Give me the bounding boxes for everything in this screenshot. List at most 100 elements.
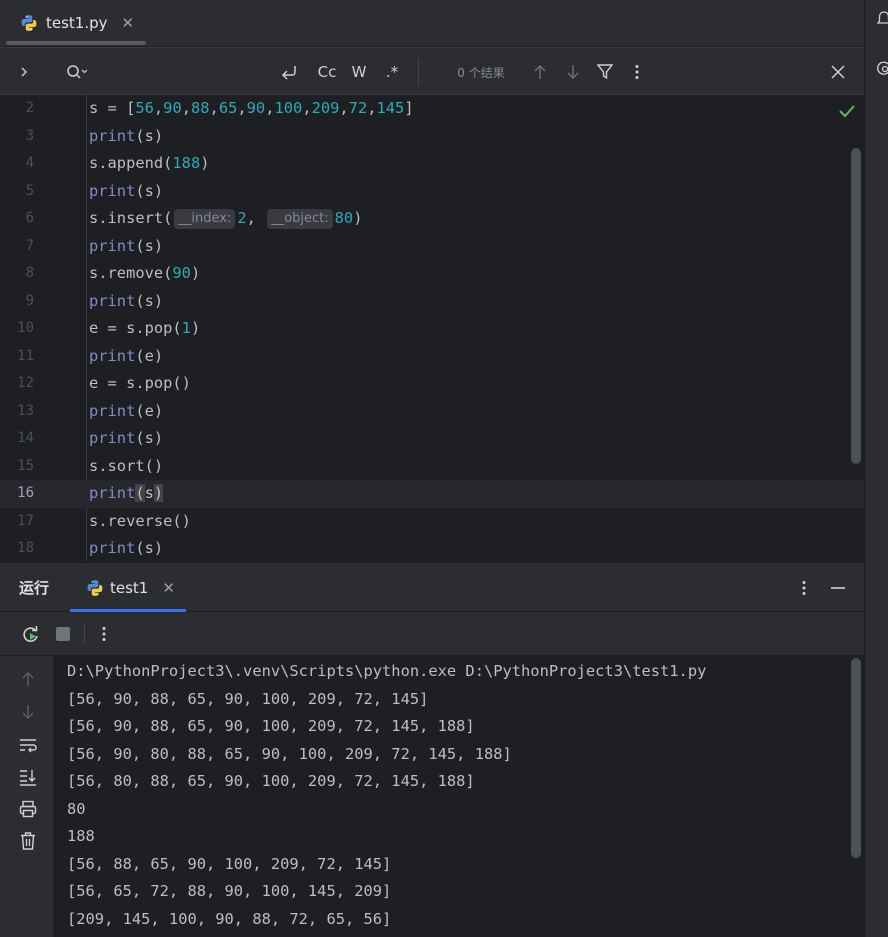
run-options-button[interactable] (794, 563, 814, 613)
code-line: 8 s.remove(90) (0, 260, 864, 288)
code-text: e = s.pop() (89, 374, 191, 392)
ai-assistant-icon[interactable] (877, 60, 888, 78)
line-number: 12 (17, 375, 34, 391)
console-line: [56, 80, 88, 65, 90, 100, 209, 72, 145, … (67, 772, 475, 790)
search-history-button[interactable] (62, 48, 92, 96)
run-toolbar-more-button[interactable] (94, 612, 114, 656)
console-line: [56, 90, 88, 65, 90, 100, 209, 72, 145] (67, 689, 429, 708)
code-text: s.insert(__index: 2, __object: 80) (89, 209, 363, 229)
code-text: s.sort() (89, 456, 164, 475)
scroll-up-button[interactable] (17, 668, 39, 690)
more-vertical-icon (635, 65, 639, 79)
newline-icon (281, 66, 296, 80)
line-number: 3 (25, 127, 34, 144)
more-vertical-icon (102, 627, 106, 641)
code-line: 12 e = s.pop() (0, 370, 864, 398)
console-line: 188 (67, 827, 95, 845)
code-line: 3 print(s) (0, 123, 864, 151)
console-line: 80 (67, 799, 86, 818)
line-number: 7 (25, 237, 34, 254)
find-bar-separator (418, 58, 419, 86)
current-code-line: 16 print(s) (0, 480, 864, 508)
console-output[interactable]: D:\PythonProject3\.venv\Scripts\python.e… (54, 656, 864, 937)
code-line: 15 s.sort() (0, 453, 864, 481)
code-text: s.reverse() (89, 511, 191, 530)
code-line: 5 print(s) (0, 178, 864, 206)
code-line: 13 print(e) (0, 398, 864, 426)
code-text: s.remove(90) (89, 264, 201, 282)
stop-button[interactable] (52, 612, 74, 656)
code-text: print(s) (89, 236, 164, 255)
next-occurrence-button[interactable] (561, 48, 585, 96)
close-run-tab-icon[interactable]: ✕ (162, 579, 175, 597)
console-scrollbar[interactable] (851, 658, 861, 858)
console-line: D:\PythonProject3\.venv\Scripts\python.e… (67, 662, 707, 680)
code-line: 6 s.insert(__index: 2, __object: 80) (0, 205, 864, 233)
trash-icon (21, 832, 35, 850)
run-config-tab[interactable]: test1 ✕ (70, 563, 186, 613)
search-results-count: 0 个结果 (448, 48, 514, 96)
rerun-button[interactable] (18, 612, 44, 656)
close-find-button[interactable] (826, 48, 850, 96)
chevron-right-icon (21, 67, 27, 77)
line-number: 17 (17, 512, 34, 529)
find-bar: Cc W .* 0 个结果 (0, 47, 864, 95)
code-line: 9 print(s) (0, 288, 864, 316)
print-button[interactable] (17, 798, 39, 820)
file-tab[interactable]: test1.py ✕ (6, 0, 146, 46)
code-text: print(s) (89, 291, 164, 310)
console-line: [56, 90, 80, 88, 65, 90, 100, 209, 72, 1… (67, 744, 512, 763)
run-tab-label: test1 (110, 579, 149, 597)
expand-replace-toggle[interactable] (12, 48, 36, 96)
code-editor[interactable]: 2 s = [56,90,88,65,90,100,209,72,145] 3 … (0, 95, 864, 561)
code-text: print(s) (89, 126, 164, 145)
newline-toggle[interactable] (276, 48, 302, 96)
close-tab-icon[interactable]: ✕ (122, 14, 135, 32)
arrow-up-icon (534, 65, 546, 79)
file-tab-label: test1.py (46, 14, 108, 32)
python-run-icon (87, 580, 103, 596)
filter-button[interactable] (593, 48, 617, 96)
console-line: [56, 90, 88, 65, 90, 100, 209, 72, 145, … (67, 717, 475, 735)
line-number: 11 (17, 347, 34, 364)
hide-panel-button[interactable] (826, 563, 850, 613)
previous-occurrence-button[interactable] (528, 48, 552, 96)
soft-wrap-icon (20, 739, 37, 753)
line-number: 15 (17, 457, 34, 474)
line-number: 5 (25, 182, 34, 199)
printer-icon (19, 800, 37, 818)
scroll-down-button[interactable] (17, 701, 39, 723)
parameter-hint: __index: (174, 209, 236, 229)
line-number: 8 (25, 265, 34, 281)
code-text: print(e) (89, 401, 164, 420)
right-tool-strip (864, 0, 888, 937)
rerun-icon (23, 626, 38, 642)
scroll-to-end-button[interactable] (17, 766, 39, 788)
whole-words-toggle[interactable]: W (346, 48, 372, 96)
line-number: 9 (25, 292, 34, 309)
clear-console-button[interactable] (17, 830, 39, 852)
run-toolbar (0, 612, 864, 656)
code-line: 11 print(e) (0, 343, 864, 371)
code-text: print(s) (89, 429, 164, 447)
regex-label: .* (385, 63, 399, 81)
line-number: 10 (17, 320, 34, 336)
code-text: s.append(188) (89, 154, 210, 172)
regex-toggle[interactable]: .* (378, 48, 406, 96)
match-case-label: Cc (317, 63, 337, 81)
code-text: print(e) (89, 346, 164, 365)
console-line: [209, 145, 100, 90, 88, 72, 65, 56] (67, 909, 392, 928)
find-more-button[interactable] (627, 48, 647, 96)
soft-wrap-button[interactable] (17, 734, 39, 756)
line-number: 6 (25, 210, 34, 226)
arrow-down-icon (567, 65, 579, 79)
search-icon (67, 65, 88, 79)
arrow-up-icon (22, 672, 34, 686)
line-number: 14 (17, 430, 34, 446)
python-file-icon (21, 15, 37, 31)
match-case-toggle[interactable]: Cc (312, 48, 342, 96)
line-number: 4 (25, 155, 34, 171)
line-number: 2 (25, 100, 34, 116)
code-line: 17 s.reverse() (0, 508, 864, 536)
notifications-icon[interactable] (877, 10, 888, 28)
